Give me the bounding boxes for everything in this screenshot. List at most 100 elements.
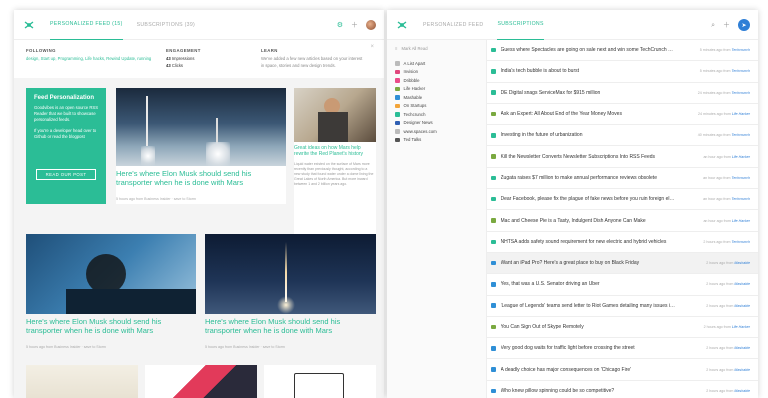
feed-item-source[interactable]: Mashable bbox=[734, 346, 750, 350]
feed-item[interactable]: Investing in the future of urbanization 4… bbox=[487, 125, 758, 147]
feed-item-source[interactable]: Mashable bbox=[734, 304, 750, 308]
feed-item-title[interactable]: You Can Sign Out of Skype Remotely bbox=[501, 324, 676, 330]
feed-item-title[interactable]: NHTSA adds safety sound requirement for … bbox=[501, 239, 676, 245]
article-title[interactable]: Great ideas on how Mars help rewrite the… bbox=[294, 145, 374, 157]
sidebar-item-source[interactable]: A List Apart bbox=[395, 59, 478, 68]
article-card[interactable] bbox=[145, 365, 257, 398]
feed-item[interactable]: A deadly choice has major consequences o… bbox=[487, 359, 758, 381]
add-icon[interactable]: ＋ bbox=[723, 22, 730, 29]
sidebar-item-source[interactable]: Techcrunch bbox=[395, 110, 478, 119]
promo-title: Feed Personalization bbox=[34, 95, 95, 101]
source-icon bbox=[491, 218, 496, 223]
article-card[interactable]: Great ideas on how Mars help rewrite the… bbox=[294, 88, 376, 238]
feed-item-source[interactable]: Life Hacker bbox=[732, 155, 750, 159]
feed-item[interactable]: Kill the Newsletter Converts Newsletter … bbox=[487, 146, 758, 168]
feed-item[interactable]: Yes, that was a U.S. Senator driving an … bbox=[487, 274, 758, 296]
sidebar-item-source[interactable]: Designer News bbox=[395, 119, 478, 128]
feed-item-source[interactable]: Techcrunch bbox=[732, 176, 750, 180]
sidebar-item-source[interactable]: Invision bbox=[395, 68, 478, 77]
article-card[interactable] bbox=[264, 365, 376, 398]
following-topics[interactable]: design, Start up, Programming, Life hack… bbox=[26, 56, 166, 62]
send-icon[interactable]: ➤ bbox=[738, 19, 750, 31]
feed-item-title[interactable]: Kill the Newsletter Converts Newsletter … bbox=[501, 154, 676, 160]
article-card[interactable]: Here's where Elon Musk should send his t… bbox=[205, 234, 376, 358]
feed-item[interactable]: Zugata raises $7 million to make annual … bbox=[487, 168, 758, 190]
app-logo-icon[interactable] bbox=[395, 18, 409, 32]
feed-item-title[interactable]: Zugata raises $7 million to make annual … bbox=[501, 175, 676, 181]
feed-item-source[interactable]: Life Hacker bbox=[732, 325, 750, 329]
feed-item[interactable]: Who knew pillow spinning could be so com… bbox=[487, 381, 758, 398]
feed-item[interactable]: Very good dog waits for traffic light be… bbox=[487, 338, 758, 360]
feed-item[interactable]: DE Digital snags ServiceMax for $915 mil… bbox=[487, 83, 758, 104]
feed-item-title[interactable]: India's tech bubble is about to burst bbox=[501, 68, 676, 74]
sidebar-item-source[interactable]: Ted Talks bbox=[395, 136, 478, 145]
feed-item[interactable]: Dear Facebook, please fix the plague of … bbox=[487, 189, 758, 211]
source-icon bbox=[491, 324, 496, 330]
feed-item-source[interactable]: Techcrunch bbox=[732, 240, 750, 244]
article-card[interactable] bbox=[26, 365, 138, 398]
feed-item-source[interactable]: Mashable bbox=[734, 389, 750, 393]
sidebar-item-source[interactable]: Life Hacker bbox=[395, 85, 478, 94]
feed-item[interactable]: India's tech bubble is about to burst 5 m… bbox=[487, 61, 758, 83]
feed-item[interactable]: Mac and Cheese Pie is a Tasty, Indulgent… bbox=[487, 210, 758, 232]
feed-item-source[interactable]: Mashable bbox=[734, 368, 750, 372]
add-icon[interactable]: ＋ bbox=[351, 22, 358, 29]
mark-all-read-button[interactable]: ≡ Mark All Read bbox=[395, 46, 478, 51]
feed-item-source[interactable]: Techcrunch bbox=[732, 48, 750, 52]
feed-item[interactable]: Guess where Spectacles are going on sale… bbox=[487, 40, 758, 62]
tab-personalized-feed[interactable]: PERSONALIZED FEED (15) bbox=[50, 10, 123, 40]
feed-item-title[interactable]: Ask an Expert: All About End of the Year… bbox=[501, 111, 676, 117]
article-title[interactable]: Here's where Elon Musk should send his t… bbox=[26, 317, 191, 335]
feed-item-source[interactable]: Techcrunch bbox=[732, 69, 750, 73]
feed-item-title[interactable]: A deadly choice has major consequences o… bbox=[501, 367, 676, 373]
close-icon[interactable]: × bbox=[370, 44, 374, 50]
feed-item-title[interactable]: Very good dog waits for traffic light be… bbox=[501, 345, 676, 351]
feed-item-title[interactable]: Yes, that was a U.S. Senator driving an … bbox=[501, 281, 676, 287]
feed-item-source[interactable]: Life Hacker bbox=[732, 112, 750, 116]
sidebar-item-source[interactable]: www.spaces.com bbox=[395, 127, 478, 136]
following-heading: FOLLOWING bbox=[26, 48, 56, 53]
article-card[interactable]: Here's where Elon Musk should send his t… bbox=[116, 88, 286, 204]
feed-item-title[interactable]: DE Digital snags ServiceMax for $915 mil… bbox=[501, 90, 676, 96]
app-logo-icon[interactable] bbox=[22, 18, 36, 32]
feed-item-title[interactable]: Who knew pillow spinning could be so com… bbox=[501, 388, 676, 394]
feed-item[interactable]: Ask an Expert: All About End of the Year… bbox=[487, 104, 758, 126]
feed-item[interactable]: 'League of Legends' teams send letter to… bbox=[487, 296, 758, 317]
feed-item[interactable]: Want an iPad Pro? Here's a great place t… bbox=[487, 252, 758, 275]
avatar[interactable] bbox=[366, 20, 376, 30]
source-icon bbox=[491, 388, 496, 394]
feed-item-source[interactable]: Techcrunch bbox=[732, 133, 750, 137]
feed-item[interactable]: You Can Sign Out of Skype Remotely 2 hour… bbox=[487, 317, 758, 339]
read-our-post-button[interactable]: READ OUR POST bbox=[36, 169, 96, 180]
source-icon bbox=[395, 137, 400, 142]
feed-item-title[interactable]: Want an iPad Pro? Here's a great place t… bbox=[501, 260, 676, 266]
article-title[interactable]: Here's where Elon Musk should send his t… bbox=[205, 317, 370, 335]
source-icon bbox=[395, 120, 400, 125]
feed-item-source[interactable]: Mashable bbox=[734, 261, 750, 265]
sidebar-item-source[interactable]: Mashable bbox=[395, 93, 478, 102]
sidebar-item-source[interactable]: Dribbble bbox=[395, 76, 478, 85]
feed-item-title[interactable]: Dear Facebook, please fix the plague of … bbox=[501, 196, 676, 202]
tab-subscriptions[interactable]: SUBSCRIPTIONS bbox=[497, 10, 544, 40]
tab-personalized-feed[interactable]: PERSONALIZED FEED bbox=[423, 10, 483, 40]
gear-icon[interactable]: ⚙ bbox=[337, 22, 343, 29]
feed-item-source[interactable]: Techcrunch bbox=[732, 197, 750, 201]
feed-item-title[interactable]: Guess where Spectacles are going on sale… bbox=[501, 47, 676, 53]
feed-item-source[interactable]: Life Hacker bbox=[732, 219, 750, 223]
source-icon bbox=[491, 282, 496, 287]
article-card[interactable]: Here's where Elon Musk should send his t… bbox=[26, 234, 196, 358]
article-title[interactable]: Here's where Elon Musk should send his t… bbox=[116, 169, 281, 187]
feed-item-title[interactable]: Mac and Cheese Pie is a Tasty, Indulgent… bbox=[501, 218, 676, 224]
feed-item-title[interactable]: Investing in the future of urbanization bbox=[501, 132, 676, 138]
person-at-desk-image bbox=[294, 88, 376, 142]
feed-grid: Feed Personalization Goodvibes is an ope… bbox=[14, 78, 384, 398]
tab-subscriptions[interactable]: SUBSCRIPTIONS (39) bbox=[137, 10, 195, 40]
source-label: Mashable bbox=[403, 94, 423, 100]
feed-item-source[interactable]: Techcrunch bbox=[732, 91, 750, 95]
feed-item-source[interactable]: Mashable bbox=[734, 282, 750, 286]
feed-item[interactable]: NHTSA adds safety sound requirement for … bbox=[487, 232, 758, 253]
search-icon[interactable]: ⌕ bbox=[711, 22, 715, 29]
sidebar-item-source[interactable]: On Startups bbox=[395, 102, 478, 111]
feed-item-title[interactable]: 'League of Legends' teams send letter to… bbox=[501, 303, 676, 309]
source-label: A List Apart bbox=[403, 60, 426, 66]
